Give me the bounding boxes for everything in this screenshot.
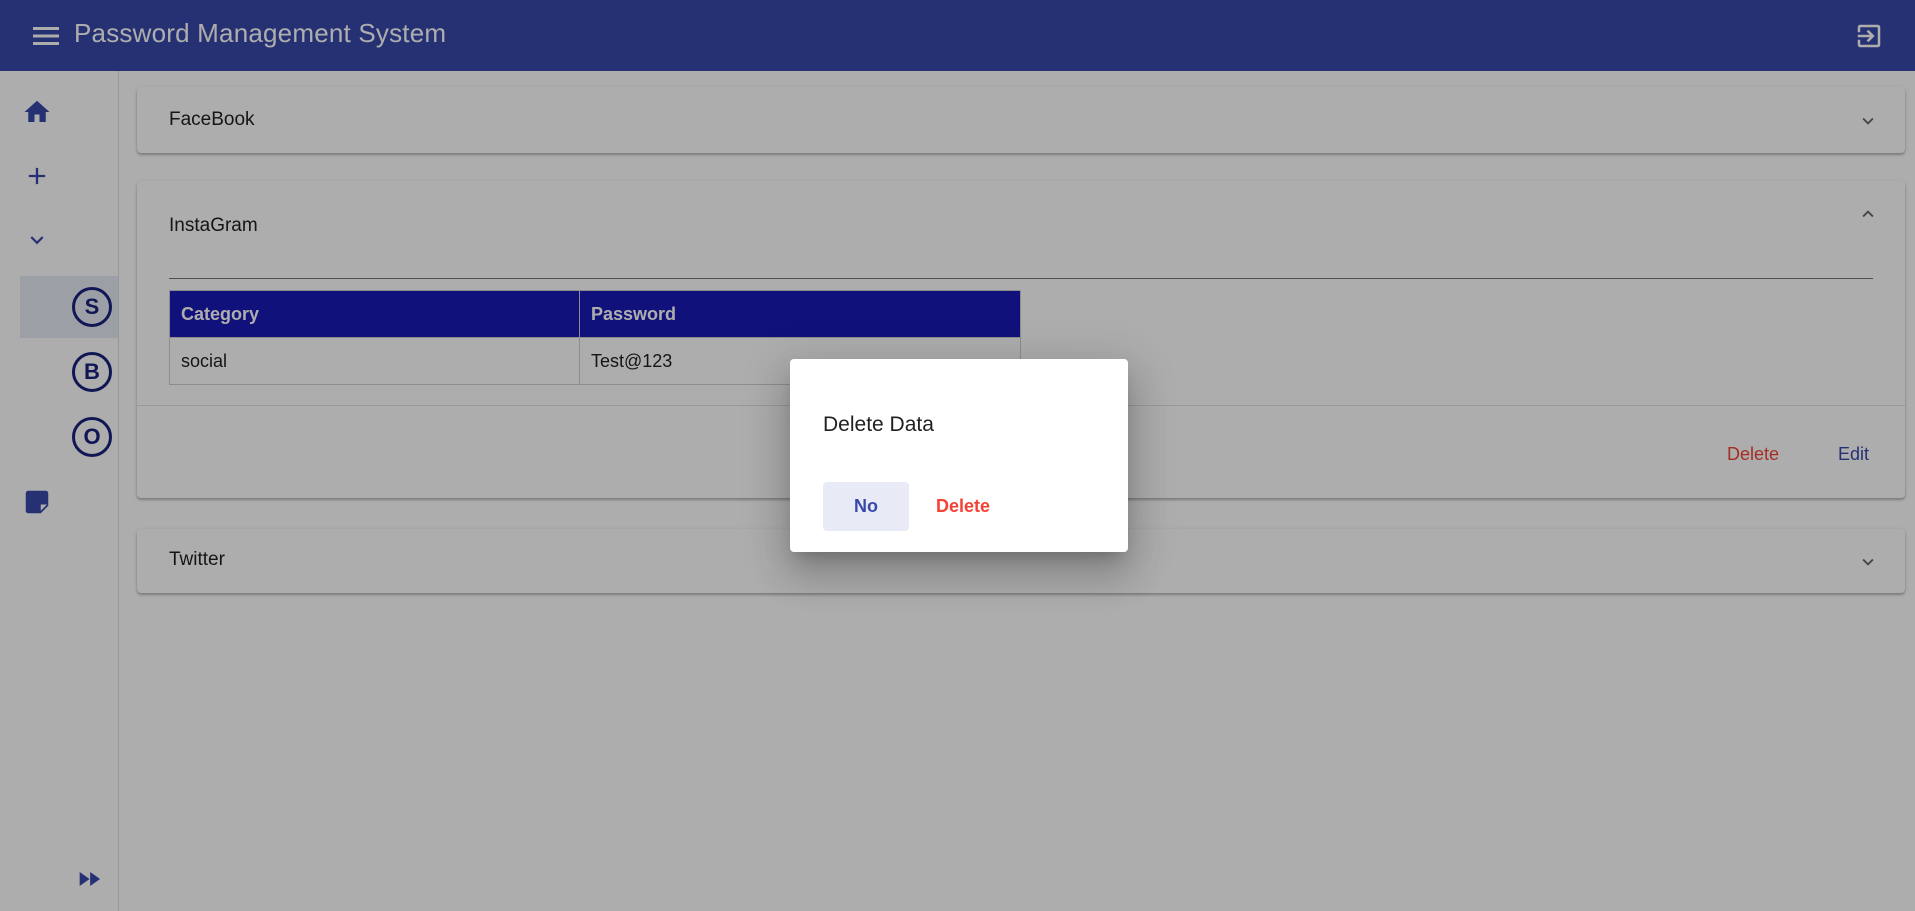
delete-confirm-dialog: Delete Data No Delete — [790, 359, 1128, 552]
confirm-delete-button[interactable]: Delete — [920, 482, 1006, 531]
no-button[interactable]: No — [823, 482, 909, 531]
dialog-title: Delete Data — [823, 413, 934, 436]
